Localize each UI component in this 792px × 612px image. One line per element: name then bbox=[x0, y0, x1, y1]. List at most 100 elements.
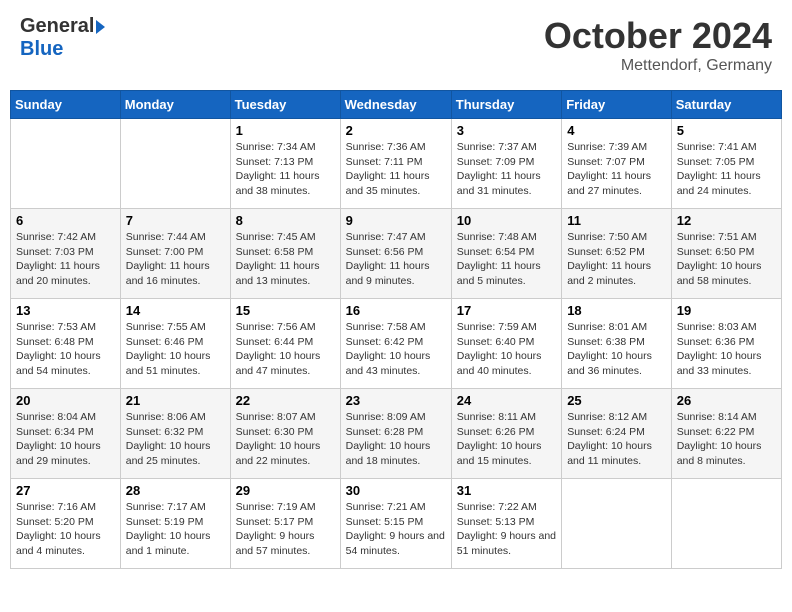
calendar-cell: 21 Sunrise: 8:06 AM Sunset: 6:32 PM Dayli… bbox=[120, 389, 230, 479]
day-info: Sunrise: 7:41 AM Sunset: 7:05 PM Dayligh… bbox=[677, 140, 776, 199]
day-number: 22 bbox=[236, 393, 335, 408]
calendar-cell: 4 Sunrise: 7:39 AM Sunset: 7:07 PM Daylig… bbox=[562, 119, 672, 209]
day-info: Sunrise: 7:42 AM Sunset: 7:03 PM Dayligh… bbox=[16, 230, 115, 289]
day-info: Sunrise: 7:45 AM Sunset: 6:58 PM Dayligh… bbox=[236, 230, 335, 289]
day-number: 27 bbox=[16, 483, 115, 498]
day-number: 5 bbox=[677, 123, 776, 138]
calendar-cell: 13 Sunrise: 7:53 AM Sunset: 6:48 PM Dayli… bbox=[11, 299, 121, 389]
header-day-thursday: Thursday bbox=[451, 91, 561, 119]
calendar-week-row: 27 Sunrise: 7:16 AM Sunset: 5:20 PM Dayli… bbox=[11, 479, 782, 569]
calendar-cell bbox=[671, 479, 781, 569]
day-info: Sunrise: 8:07 AM Sunset: 6:30 PM Dayligh… bbox=[236, 410, 335, 469]
day-number: 2 bbox=[346, 123, 446, 138]
header-day-friday: Friday bbox=[562, 91, 672, 119]
day-number: 10 bbox=[457, 213, 556, 228]
day-number: 21 bbox=[126, 393, 225, 408]
logo-triangle-icon bbox=[96, 20, 105, 34]
day-info: Sunrise: 7:16 AM Sunset: 5:20 PM Dayligh… bbox=[16, 500, 115, 559]
calendar-cell: 1 Sunrise: 7:34 AM Sunset: 7:13 PM Daylig… bbox=[230, 119, 340, 209]
header-day-wednesday: Wednesday bbox=[340, 91, 451, 119]
header-day-saturday: Saturday bbox=[671, 91, 781, 119]
calendar-cell: 31Sunrise: 7:22 AM Sunset: 5:13 PM Dayli… bbox=[451, 479, 561, 569]
day-info: Sunrise: 7:53 AM Sunset: 6:48 PM Dayligh… bbox=[16, 320, 115, 379]
calendar-cell: 14 Sunrise: 7:55 AM Sunset: 6:46 PM Dayli… bbox=[120, 299, 230, 389]
calendar-week-row: 13 Sunrise: 7:53 AM Sunset: 6:48 PM Dayli… bbox=[11, 299, 782, 389]
calendar-cell: 20Sunrise: 8:04 AM Sunset: 6:34 PM Dayli… bbox=[11, 389, 121, 479]
day-number: 14 bbox=[126, 303, 225, 318]
logo-blue-text: Blue bbox=[20, 38, 63, 61]
calendar-week-row: 6 Sunrise: 7:42 AM Sunset: 7:03 PM Daylig… bbox=[11, 209, 782, 299]
day-number: 7 bbox=[126, 213, 225, 228]
day-info: Sunrise: 7:51 AM Sunset: 6:50 PM Dayligh… bbox=[677, 230, 776, 289]
day-number: 29 bbox=[236, 483, 335, 498]
day-info: Sunrise: 7:44 AM Sunset: 7:00 PM Dayligh… bbox=[126, 230, 225, 289]
day-info: Sunrise: 7:56 AM Sunset: 6:44 PM Dayligh… bbox=[236, 320, 335, 379]
location-title: Mettendorf, Germany bbox=[544, 57, 772, 75]
day-info: Sunrise: 7:19 AM Sunset: 5:17 PM Dayligh… bbox=[236, 500, 335, 559]
calendar-week-row: 1 Sunrise: 7:34 AM Sunset: 7:13 PM Daylig… bbox=[11, 119, 782, 209]
header-day-tuesday: Tuesday bbox=[230, 91, 340, 119]
day-number: 3 bbox=[457, 123, 556, 138]
calendar-cell: 23Sunrise: 8:09 AM Sunset: 6:28 PM Dayli… bbox=[340, 389, 451, 479]
logo: General Blue bbox=[20, 15, 105, 61]
calendar-cell: 12 Sunrise: 7:51 AM Sunset: 6:50 PM Dayli… bbox=[671, 209, 781, 299]
calendar-cell: 29 Sunrise: 7:19 AM Sunset: 5:17 PM Dayli… bbox=[230, 479, 340, 569]
day-info: Sunrise: 8:01 AM Sunset: 6:38 PM Dayligh… bbox=[567, 320, 666, 379]
day-info: Sunrise: 8:03 AM Sunset: 6:36 PM Dayligh… bbox=[677, 320, 776, 379]
header-day-monday: Monday bbox=[120, 91, 230, 119]
header-day-sunday: Sunday bbox=[11, 91, 121, 119]
day-info: Sunrise: 7:59 AM Sunset: 6:40 PM Dayligh… bbox=[457, 320, 556, 379]
day-info: Sunrise: 7:55 AM Sunset: 6:46 PM Dayligh… bbox=[126, 320, 225, 379]
day-number: 12 bbox=[677, 213, 776, 228]
calendar-cell: 11Sunrise: 7:50 AM Sunset: 6:52 PM Dayli… bbox=[562, 209, 672, 299]
calendar-cell: 25Sunrise: 8:12 AM Sunset: 6:24 PM Dayli… bbox=[562, 389, 672, 479]
day-info: Sunrise: 8:04 AM Sunset: 6:34 PM Dayligh… bbox=[16, 410, 115, 469]
calendar-header-row: SundayMondayTuesdayWednesdayThursdayFrid… bbox=[11, 91, 782, 119]
calendar-cell: 18 Sunrise: 8:01 AM Sunset: 6:38 PM Dayli… bbox=[562, 299, 672, 389]
day-number: 4 bbox=[567, 123, 666, 138]
calendar-cell: 30Sunrise: 7:21 AM Sunset: 5:15 PM Dayli… bbox=[340, 479, 451, 569]
day-info: Sunrise: 8:12 AM Sunset: 6:24 PM Dayligh… bbox=[567, 410, 666, 469]
day-number: 6 bbox=[16, 213, 115, 228]
logo-general-text: General bbox=[20, 15, 94, 38]
calendar-cell: 15 Sunrise: 7:56 AM Sunset: 6:44 PM Dayli… bbox=[230, 299, 340, 389]
day-info: Sunrise: 7:39 AM Sunset: 7:07 PM Dayligh… bbox=[567, 140, 666, 199]
day-info: Sunrise: 7:50 AM Sunset: 6:52 PM Dayligh… bbox=[567, 230, 666, 289]
title-block: October 2024 Mettendorf, Germany bbox=[544, 15, 772, 75]
day-info: Sunrise: 7:34 AM Sunset: 7:13 PM Dayligh… bbox=[236, 140, 335, 199]
page-header: General Blue October 2024 Mettendorf, Ge… bbox=[10, 10, 782, 80]
day-number: 19 bbox=[677, 303, 776, 318]
calendar-cell: 17 Sunrise: 7:59 AM Sunset: 6:40 PM Dayli… bbox=[451, 299, 561, 389]
day-info: Sunrise: 8:11 AM Sunset: 6:26 PM Dayligh… bbox=[457, 410, 556, 469]
day-info: Sunrise: 7:22 AM Sunset: 5:13 PM Dayligh… bbox=[457, 500, 556, 559]
calendar-cell bbox=[11, 119, 121, 209]
calendar-cell: 10 Sunrise: 7:48 AM Sunset: 6:54 PM Dayli… bbox=[451, 209, 561, 299]
day-number: 17 bbox=[457, 303, 556, 318]
calendar-cell: 27 Sunrise: 7:16 AM Sunset: 5:20 PM Dayli… bbox=[11, 479, 121, 569]
calendar-cell: 9Sunrise: 7:47 AM Sunset: 6:56 PM Daylig… bbox=[340, 209, 451, 299]
calendar-cell bbox=[120, 119, 230, 209]
calendar-cell: 8 Sunrise: 7:45 AM Sunset: 6:58 PM Daylig… bbox=[230, 209, 340, 299]
calendar-cell: 26 Sunrise: 8:14 AM Sunset: 6:22 PM Dayli… bbox=[671, 389, 781, 479]
day-number: 1 bbox=[236, 123, 335, 138]
day-info: Sunrise: 8:06 AM Sunset: 6:32 PM Dayligh… bbox=[126, 410, 225, 469]
calendar-cell: 16Sunrise: 7:58 AM Sunset: 6:42 PM Dayli… bbox=[340, 299, 451, 389]
day-info: Sunrise: 7:47 AM Sunset: 6:56 PM Dayligh… bbox=[346, 230, 446, 289]
day-number: 16 bbox=[346, 303, 446, 318]
calendar-cell: 5 Sunrise: 7:41 AM Sunset: 7:05 PM Daylig… bbox=[671, 119, 781, 209]
calendar-cell: 7 Sunrise: 7:44 AM Sunset: 7:00 PM Daylig… bbox=[120, 209, 230, 299]
day-number: 28 bbox=[126, 483, 225, 498]
calendar-cell: 24Sunrise: 8:11 AM Sunset: 6:26 PM Dayli… bbox=[451, 389, 561, 479]
day-info: Sunrise: 7:48 AM Sunset: 6:54 PM Dayligh… bbox=[457, 230, 556, 289]
month-title: October 2024 bbox=[544, 15, 772, 57]
calendar-cell: 28Sunrise: 7:17 AM Sunset: 5:19 PM Dayli… bbox=[120, 479, 230, 569]
day-info: Sunrise: 8:14 AM Sunset: 6:22 PM Dayligh… bbox=[677, 410, 776, 469]
day-info: Sunrise: 7:36 AM Sunset: 7:11 PM Dayligh… bbox=[346, 140, 446, 199]
day-number: 8 bbox=[236, 213, 335, 228]
day-number: 13 bbox=[16, 303, 115, 318]
day-number: 15 bbox=[236, 303, 335, 318]
day-number: 26 bbox=[677, 393, 776, 408]
calendar-week-row: 20Sunrise: 8:04 AM Sunset: 6:34 PM Dayli… bbox=[11, 389, 782, 479]
calendar-cell bbox=[562, 479, 672, 569]
day-number: 18 bbox=[567, 303, 666, 318]
